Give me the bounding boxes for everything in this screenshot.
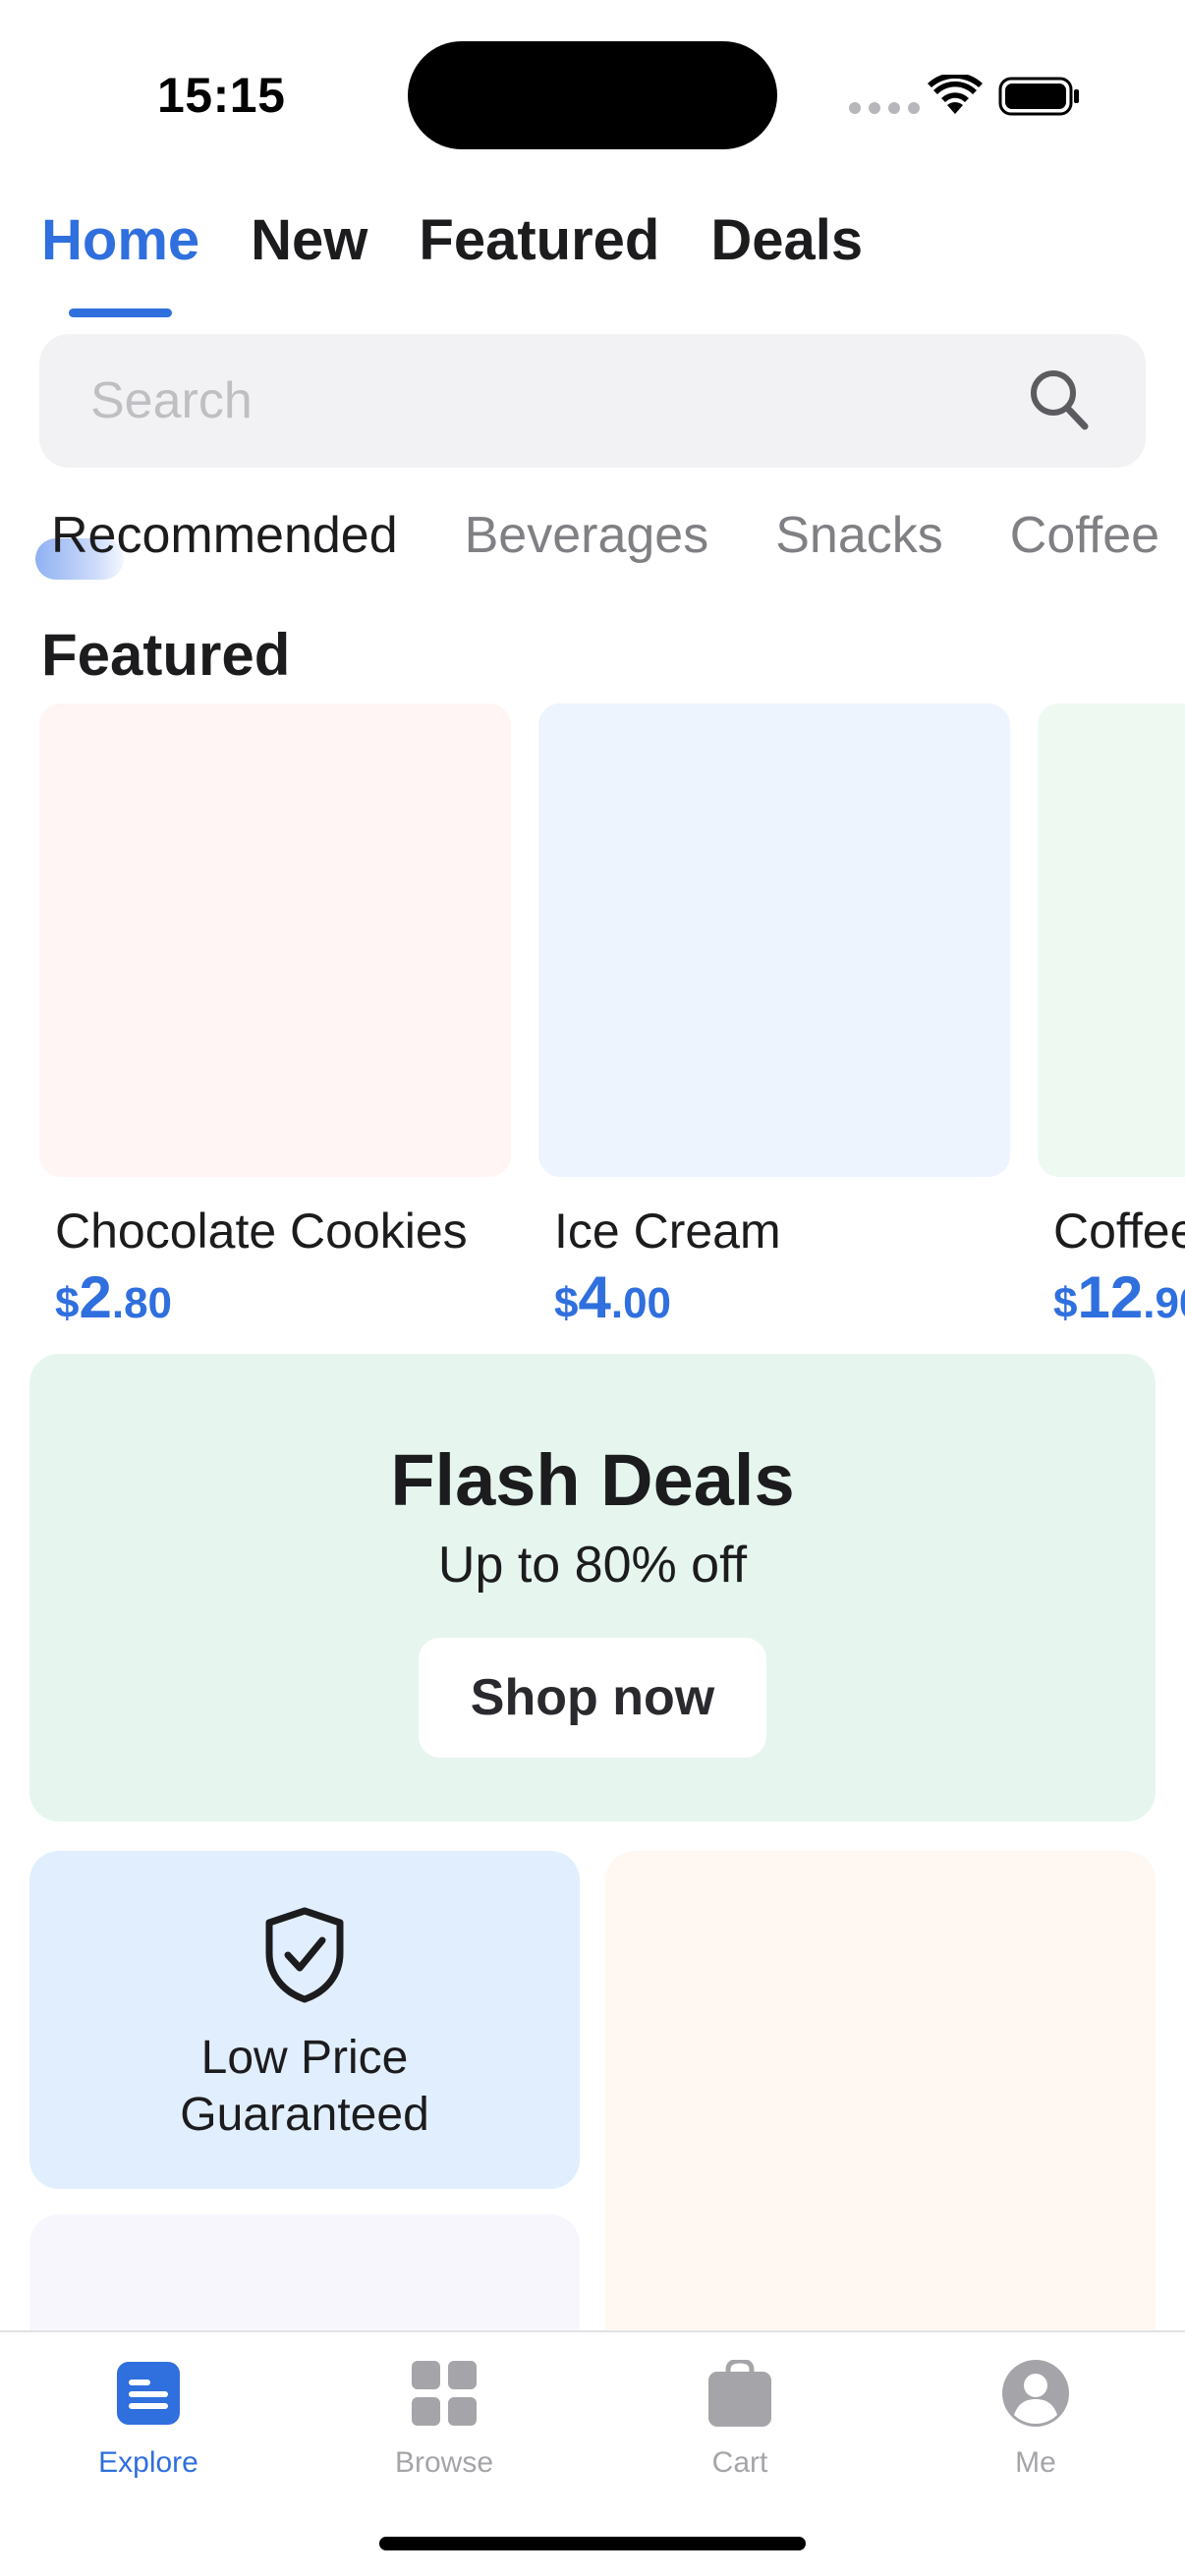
search-icon[interactable] [1028, 367, 1091, 432]
tabbar-explore[interactable]: Explore [0, 2354, 297, 2480]
tabbar-label: Cart [711, 2446, 768, 2479]
dynamic-island [408, 41, 777, 149]
category-recommended[interactable]: Recommended [51, 507, 398, 566]
category-coffee[interactable]: Coffee [1010, 507, 1159, 566]
tab-deals[interactable]: Deals [710, 208, 863, 274]
tabbar-label: Explore [98, 2446, 198, 2479]
app-screen: 15:15 Home New Featured Deals Reco [0, 0, 1185, 2576]
low-price-guarantee-tile[interactable]: Low Price Guaranteed [29, 1851, 580, 2189]
flash-deals-subtitle: Up to 80% off [437, 1537, 748, 1594]
grid-icon [412, 2361, 477, 2426]
flash-deals-banner[interactable]: Flash Deals Up to 80% off Shop now [29, 1354, 1156, 1821]
product-card[interactable]: Chocolate Cookies $2.80 [39, 703, 511, 1331]
wifi-icon [928, 72, 983, 121]
product-name: Coffee [1053, 1204, 1185, 1259]
category-beverages[interactable]: Beverages [465, 507, 709, 566]
status-time: 15:15 [157, 68, 286, 123]
signal-icon [849, 102, 920, 114]
product-image [538, 703, 1010, 1177]
tabbar-label: Browse [394, 2446, 494, 2479]
tab-new[interactable]: New [251, 208, 367, 274]
battery-icon [998, 75, 1081, 123]
tabbar-browse[interactable]: Browse [296, 2354, 592, 2480]
explore-icon [117, 2362, 180, 2425]
category-snacks[interactable]: Snacks [775, 507, 943, 566]
product-image [39, 703, 511, 1177]
product-price: $4.00 [554, 1264, 672, 1330]
promo-tile[interactable] [605, 1851, 1156, 2362]
home-indicator [379, 2537, 806, 2550]
tabbar-me[interactable]: Me [887, 2354, 1184, 2480]
featured-products: Chocolate Cookies $2.80 Ice Cream $4.00 … [39, 703, 1185, 1331]
product-name: Ice Cream [554, 1204, 781, 1259]
tab-featured[interactable]: Featured [419, 208, 659, 274]
search-input[interactable] [90, 334, 994, 468]
shop-now-button[interactable]: Shop now [419, 1638, 766, 1758]
tabbar-label: Me [1015, 2446, 1056, 2479]
tabbar-cart[interactable]: Cart [592, 2354, 888, 2480]
product-card[interactable]: Coffee $12.90 [1038, 703, 1185, 1331]
shield-check-icon [265, 1907, 344, 2003]
search-bar[interactable] [39, 334, 1146, 468]
bag-icon [708, 2360, 771, 2427]
profile-icon [1002, 2360, 1069, 2427]
guarantee-label: Low Price Guaranteed [180, 2032, 429, 2141]
product-image [1038, 703, 1185, 1177]
tab-home[interactable]: Home [41, 208, 199, 317]
category-tabs: Recommended Beverages Snacks Coffee [51, 507, 1159, 566]
featured-section-title: Featured [41, 622, 291, 688]
product-price: $12.90 [1053, 1264, 1185, 1330]
flash-deals-title: Flash Deals [390, 1439, 795, 1521]
top-tabs: Home New Featured Deals [41, 208, 863, 317]
product-name: Chocolate Cookies [55, 1204, 468, 1259]
product-card[interactable]: Ice Cream $4.00 [538, 703, 1010, 1331]
product-price: $2.80 [55, 1264, 173, 1330]
